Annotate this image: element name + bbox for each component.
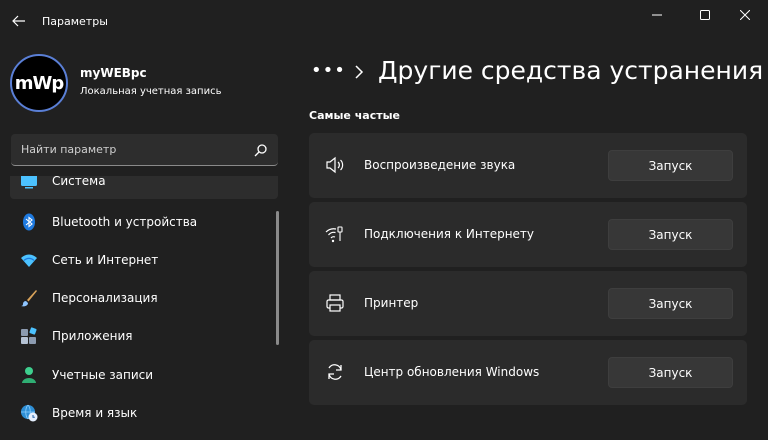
search-input[interactable]: Найти параметр bbox=[11, 134, 278, 166]
sidebar-item-apps[interactable]: Приложения bbox=[10, 318, 278, 354]
chevron-right-icon bbox=[355, 65, 364, 79]
sidebar-item-label: Приложения bbox=[52, 329, 133, 343]
printer-icon bbox=[326, 294, 344, 312]
troubleshooter-card-printer: Принтер Запуск bbox=[309, 271, 747, 336]
troubleshooter-label: Воспроизведение звука bbox=[364, 158, 516, 172]
sidebar-scrollbar[interactable] bbox=[276, 211, 279, 345]
globe-clock-icon bbox=[21, 404, 38, 422]
page-title: Другие средства устранения bbox=[378, 56, 764, 85]
sidebar-item-accounts[interactable]: Учетные записи bbox=[10, 357, 278, 393]
close-icon bbox=[740, 10, 750, 20]
user-profile[interactable]: mWp myWEBpc Локальная учетная запись bbox=[10, 54, 280, 114]
network-icon bbox=[325, 226, 343, 243]
update-icon bbox=[328, 364, 342, 380]
run-internet-button[interactable]: Запуск bbox=[608, 219, 733, 250]
maximize-icon bbox=[700, 10, 710, 20]
troubleshooter-label: Принтер bbox=[364, 296, 419, 310]
run-windows-update-button[interactable]: Запуск bbox=[608, 357, 733, 388]
section-title: Самые частые bbox=[309, 109, 401, 122]
title-bar: Параметры bbox=[0, 0, 768, 44]
sidebar-item-system[interactable]: Система bbox=[10, 176, 278, 199]
run-printer-button[interactable]: Запуск bbox=[608, 288, 733, 319]
search-icon bbox=[254, 144, 267, 157]
back-button[interactable] bbox=[8, 10, 30, 32]
minimize-button[interactable] bbox=[634, 0, 680, 30]
minimize-icon bbox=[652, 14, 662, 16]
sidebar-item-network[interactable]: Сеть и Интернет bbox=[10, 242, 278, 278]
avatar: mWp bbox=[10, 54, 68, 112]
sidebar-item-label: Персонализация bbox=[52, 291, 158, 305]
speaker-icon bbox=[326, 156, 344, 174]
brush-icon bbox=[21, 290, 37, 307]
profile-name: myWEBpc bbox=[80, 66, 147, 80]
sidebar-item-label: Bluetooth и устройства bbox=[52, 215, 198, 229]
sidebar-item-label: Время и язык bbox=[52, 406, 138, 420]
user-icon bbox=[22, 367, 36, 383]
troubleshooter-label: Подключения к Интернету bbox=[364, 227, 535, 241]
breadcrumb-more-button[interactable]: ••• bbox=[311, 60, 346, 81]
window-title: Параметры bbox=[42, 15, 108, 28]
apps-icon bbox=[21, 327, 37, 344]
troubleshooter-card-windows-update: Центр обновления Windows Запуск bbox=[309, 340, 747, 405]
search-placeholder: Найти параметр bbox=[21, 143, 117, 156]
sidebar-item-label: Учетные записи bbox=[52, 368, 154, 382]
arrow-left-icon bbox=[12, 15, 25, 27]
system-icon bbox=[21, 176, 37, 189]
sidebar-item-label: Система bbox=[52, 176, 106, 188]
sidebar-item-bluetooth[interactable]: Bluetooth и устройства bbox=[10, 204, 278, 240]
sidebar-nav: Система Bluetooth и устройства Сеть и Ин… bbox=[10, 176, 280, 440]
wifi-icon bbox=[21, 254, 37, 267]
troubleshooter-label: Центр обновления Windows bbox=[364, 365, 540, 379]
troubleshooter-card-internet: Подключения к Интернету Запуск bbox=[309, 202, 747, 267]
sidebar-item-personalization[interactable]: Персонализация bbox=[10, 280, 278, 316]
run-audio-button[interactable]: Запуск bbox=[608, 150, 733, 181]
sidebar-item-time-language[interactable]: Время и язык bbox=[10, 395, 278, 431]
sidebar-item-label: Сеть и Интернет bbox=[52, 253, 159, 267]
close-button[interactable] bbox=[722, 0, 768, 30]
profile-account-type: Локальная учетная запись bbox=[80, 86, 222, 97]
bluetooth-icon bbox=[23, 213, 35, 231]
troubleshooter-card-audio: Воспроизведение звука Запуск bbox=[309, 133, 747, 198]
